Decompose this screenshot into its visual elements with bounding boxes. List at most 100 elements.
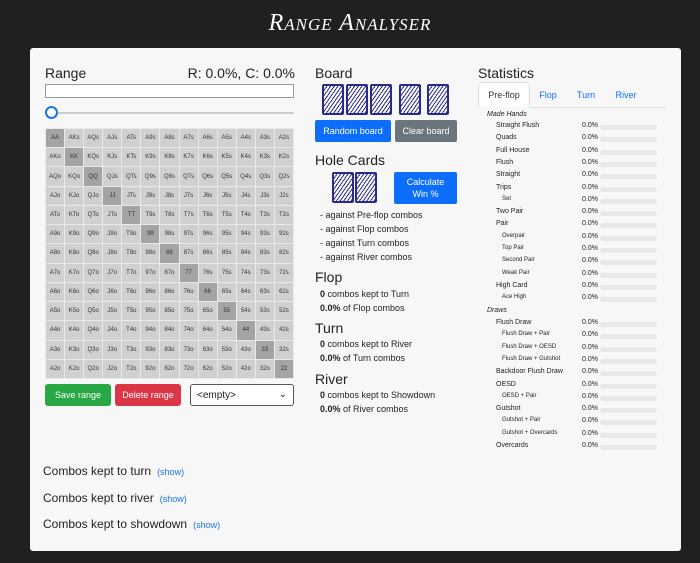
range-cell[interactable]: 74s: [236, 263, 255, 282]
range-cell[interactable]: K6o: [65, 282, 84, 302]
range-slider-handle[interactable]: [45, 106, 58, 119]
range-cell[interactable]: QQ: [84, 167, 103, 186]
range-cell[interactable]: 86s: [198, 244, 217, 263]
range-cell[interactable]: J8o: [103, 244, 122, 263]
range-cell[interactable]: Q5o: [84, 302, 103, 321]
range-cell[interactable]: T6o: [122, 282, 141, 302]
range-cell[interactable]: A3s: [255, 129, 274, 148]
range-cell[interactable]: Q4s: [236, 167, 255, 186]
range-cell[interactable]: 72s: [274, 263, 293, 282]
range-cell[interactable]: K8s: [160, 148, 179, 167]
range-cell[interactable]: 74o: [179, 321, 198, 340]
range-cell[interactable]: 76s: [198, 263, 217, 282]
range-cell[interactable]: A9o: [46, 225, 65, 244]
range-cell[interactable]: K9o: [65, 225, 84, 244]
range-cell[interactable]: 82o: [160, 359, 179, 378]
range-cell[interactable]: A5s: [217, 129, 236, 148]
range-cell[interactable]: 88: [160, 244, 179, 263]
range-cell[interactable]: K3s: [255, 148, 274, 167]
show-showdown-link[interactable]: (show): [193, 520, 220, 530]
range-cell[interactable]: 77: [179, 263, 198, 282]
range-cell[interactable]: 62s: [274, 282, 293, 302]
show-river-link[interactable]: (show): [160, 494, 187, 504]
range-cell[interactable]: KJs: [103, 148, 122, 167]
range-cell[interactable]: 73o: [179, 340, 198, 359]
range-cell[interactable]: 55: [217, 302, 236, 321]
range-cell[interactable]: 65o: [198, 302, 217, 321]
range-cell[interactable]: 43o: [236, 340, 255, 359]
range-cell[interactable]: 94s: [236, 225, 255, 244]
range-cell[interactable]: T7s: [179, 205, 198, 225]
range-cell[interactable]: T4o: [122, 321, 141, 340]
range-cell[interactable]: AJo: [46, 186, 65, 205]
range-cell[interactable]: J4o: [103, 321, 122, 340]
range-cell[interactable]: 62o: [198, 359, 217, 378]
range-input[interactable]: [45, 84, 294, 98]
range-cell[interactable]: Q8o: [84, 244, 103, 263]
range-cell[interactable]: K5o: [65, 302, 84, 321]
range-cell[interactable]: KQo: [65, 167, 84, 186]
range-cell[interactable]: 75o: [179, 302, 198, 321]
range-cell[interactable]: A8o: [46, 244, 65, 263]
range-cell[interactable]: K7o: [65, 263, 84, 282]
range-cell[interactable]: T5o: [122, 302, 141, 321]
range-cell[interactable]: 54o: [217, 321, 236, 340]
range-cell[interactable]: 86o: [160, 282, 179, 302]
range-cell[interactable]: Q4o: [84, 321, 103, 340]
range-cell[interactable]: Q6o: [84, 282, 103, 302]
range-cell[interactable]: 97o: [141, 263, 160, 282]
range-cell[interactable]: 63o: [198, 340, 217, 359]
range-cell[interactable]: KK: [65, 148, 84, 167]
range-cell[interactable]: KTo: [65, 205, 84, 225]
tab-river[interactable]: River: [608, 82, 644, 108]
range-cell[interactable]: 33: [255, 340, 274, 359]
board-card-1[interactable]: [322, 84, 344, 115]
range-cell[interactable]: 42s: [274, 321, 293, 340]
range-cell[interactable]: 53s: [255, 302, 274, 321]
range-cell[interactable]: 85o: [160, 302, 179, 321]
range-cell[interactable]: 53o: [217, 340, 236, 359]
range-cell[interactable]: J7o: [103, 263, 122, 282]
range-cell[interactable]: 66: [198, 282, 217, 302]
range-cell[interactable]: 32s: [274, 340, 293, 359]
tab-turn[interactable]: Turn: [568, 82, 604, 108]
range-cell[interactable]: K5s: [217, 148, 236, 167]
range-cell[interactable]: K3o: [65, 340, 84, 359]
range-cell[interactable]: 94o: [141, 321, 160, 340]
range-cell[interactable]: 95o: [141, 302, 160, 321]
range-cell[interactable]: J9o: [103, 225, 122, 244]
range-cell[interactable]: AJs: [103, 129, 122, 148]
range-slider-track[interactable]: [50, 112, 294, 114]
range-cell[interactable]: ATs: [122, 129, 141, 148]
range-cell[interactable]: K8o: [65, 244, 84, 263]
range-cell[interactable]: J5o: [103, 302, 122, 321]
range-cell[interactable]: Q3o: [84, 340, 103, 359]
board-card-3[interactable]: [370, 84, 392, 115]
range-cell[interactable]: A5o: [46, 302, 65, 321]
range-cell[interactable]: KJo: [65, 186, 84, 205]
range-cell[interactable]: Q8s: [160, 167, 179, 186]
hole-card-2[interactable]: [355, 172, 377, 203]
range-cell[interactable]: JTo: [103, 205, 122, 225]
range-cell[interactable]: 92o: [141, 359, 160, 378]
range-cell[interactable]: 96s: [198, 225, 217, 244]
range-cell[interactable]: 52s: [274, 302, 293, 321]
range-cell[interactable]: T8s: [160, 205, 179, 225]
range-cell[interactable]: 32o: [255, 359, 274, 378]
range-cell[interactable]: JTs: [122, 186, 141, 205]
range-cell[interactable]: AQs: [84, 129, 103, 148]
range-cell[interactable]: K4o: [65, 321, 84, 340]
range-cell[interactable]: 83o: [160, 340, 179, 359]
range-cell[interactable]: AKo: [46, 148, 65, 167]
range-cell[interactable]: 96o: [141, 282, 160, 302]
tab-pre-flop[interactable]: Pre-flop: [478, 82, 530, 108]
range-cell[interactable]: T5s: [217, 205, 236, 225]
range-cell[interactable]: 87o: [160, 263, 179, 282]
range-cell[interactable]: J6o: [103, 282, 122, 302]
range-cell[interactable]: J2s: [274, 186, 293, 205]
range-cell[interactable]: 64o: [198, 321, 217, 340]
range-cell[interactable]: 52o: [217, 359, 236, 378]
range-cell[interactable]: Q7o: [84, 263, 103, 282]
range-cell[interactable]: K6s: [198, 148, 217, 167]
range-cell[interactable]: TT: [122, 205, 141, 225]
